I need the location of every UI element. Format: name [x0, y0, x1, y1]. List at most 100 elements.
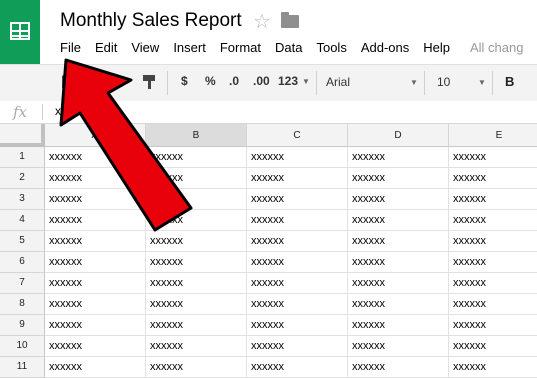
cell-b4[interactable]: xxxxxx	[146, 210, 247, 231]
cell-e11[interactable]: xxxxxx	[449, 357, 537, 378]
cell-c9[interactable]: xxxxxx	[247, 315, 348, 336]
percent-format-button[interactable]: %	[205, 74, 216, 88]
menu-data[interactable]: Data	[275, 40, 302, 55]
print-icon[interactable]	[62, 75, 76, 89]
row-header-3[interactable]: 3	[0, 189, 45, 210]
cell-b7[interactable]: xxxxxx	[146, 273, 247, 294]
cell-b2[interactable]: xxxxxx	[146, 168, 247, 189]
chevron-down-icon[interactable]: ▼	[478, 78, 486, 87]
cell-a8[interactable]: xxxxxx	[45, 294, 146, 315]
select-all-corner[interactable]	[0, 124, 45, 147]
row-header-8[interactable]: 8	[0, 294, 45, 315]
cell-a6[interactable]: xxxxxx	[45, 252, 146, 273]
cell-d11[interactable]: xxxxxx	[348, 357, 449, 378]
cell-e1[interactable]: xxxxxx	[449, 147, 537, 168]
cell-b9[interactable]: xxxxxx	[146, 315, 247, 336]
cell-d7[interactable]: xxxxxx	[348, 273, 449, 294]
document-title[interactable]: Monthly Sales Report	[60, 10, 242, 32]
cell-e7[interactable]: xxxxxx	[449, 273, 537, 294]
cell-e5[interactable]: xxxxxx	[449, 231, 537, 252]
folder-icon[interactable]	[281, 12, 299, 28]
font-family-dropdown[interactable]: Arial	[326, 75, 350, 89]
row-header-2[interactable]: 2	[0, 168, 45, 189]
cell-d3[interactable]: xxxxxx	[348, 189, 449, 210]
menu-view[interactable]: View	[131, 40, 159, 55]
currency-format-button[interactable]: $	[181, 74, 188, 88]
cell-c7[interactable]: xxxxxx	[247, 273, 348, 294]
menu-help[interactable]: Help	[423, 40, 450, 55]
formula-input[interactable]: xxxx	[55, 104, 79, 118]
cell-a10[interactable]: xxxxxx	[45, 336, 146, 357]
decrease-decimals-button[interactable]: .0	[229, 74, 239, 88]
cell-a4[interactable]: xxxxxx	[45, 210, 146, 231]
column-header-a[interactable]: A	[45, 124, 146, 147]
cell-c1[interactable]: xxxxxx	[247, 147, 348, 168]
cell-e2[interactable]: xxxxxx	[449, 168, 537, 189]
star-icon[interactable]: ☆	[253, 9, 271, 34]
number-format-dropdown[interactable]: 123 ▼	[278, 74, 310, 88]
row-header-10[interactable]: 10	[0, 336, 45, 357]
row-header-4[interactable]: 4	[0, 210, 45, 231]
font-size-dropdown[interactable]: 10	[437, 75, 450, 89]
cell-d10[interactable]: xxxxxx	[348, 336, 449, 357]
cell-a1[interactable]: xxxxxx	[45, 147, 146, 168]
cell-e3[interactable]: xxxxxx	[449, 189, 537, 210]
column-header-c[interactable]: C	[247, 124, 348, 147]
paint-format-icon[interactable]	[143, 75, 157, 89]
row-header-5[interactable]: 5	[0, 231, 45, 252]
chevron-down-icon[interactable]: ▼	[410, 78, 418, 87]
cell-b6[interactable]: xxxxxx	[146, 252, 247, 273]
increase-decimals-button[interactable]: .00	[253, 74, 270, 88]
cell-b3[interactable]: xxxxxx	[146, 189, 247, 210]
cell-c10[interactable]: xxxxxx	[247, 336, 348, 357]
column-header-e[interactable]: E	[449, 124, 537, 147]
cell-a5[interactable]: xxxxxx	[45, 231, 146, 252]
cell-d6[interactable]: xxxxxx	[348, 252, 449, 273]
row-header-7[interactable]: 7	[0, 273, 45, 294]
row-header-1[interactable]: 1	[0, 147, 45, 168]
cell-e6[interactable]: xxxxxx	[449, 252, 537, 273]
cell-e4[interactable]: xxxxxx	[449, 210, 537, 231]
cell-d9[interactable]: xxxxxx	[348, 315, 449, 336]
cell-a2[interactable]: xxxxxx	[45, 168, 146, 189]
column-header-b[interactable]: B	[146, 124, 247, 147]
menu-edit[interactable]: Edit	[95, 40, 117, 55]
cell-b8[interactable]: xxxxxx	[146, 294, 247, 315]
menu-addons[interactable]: Add-ons	[361, 40, 409, 55]
cell-c11[interactable]: xxxxxx	[247, 357, 348, 378]
sheets-logo-icon[interactable]	[0, 0, 40, 64]
bold-button[interactable]: B	[505, 74, 514, 89]
row-header-6[interactable]: 6	[0, 252, 45, 273]
cell-a3[interactable]: xxxxxx	[45, 189, 146, 210]
column-header-d[interactable]: D	[348, 124, 449, 147]
cell-a9[interactable]: xxxxxx	[45, 315, 146, 336]
cell-b10[interactable]: xxxxxx	[146, 336, 247, 357]
cell-c2[interactable]: xxxxxx	[247, 168, 348, 189]
cell-c8[interactable]: xxxxxx	[247, 294, 348, 315]
cell-c3[interactable]: xxxxxx	[247, 189, 348, 210]
undo-icon[interactable]	[92, 75, 106, 89]
menu-file[interactable]: File	[60, 40, 81, 55]
menu-insert[interactable]: Insert	[173, 40, 206, 55]
cell-c5[interactable]: xxxxxx	[247, 231, 348, 252]
cell-c4[interactable]: xxxxxx	[247, 210, 348, 231]
cell-d8[interactable]: xxxxxx	[348, 294, 449, 315]
cell-c6[interactable]: xxxxxx	[247, 252, 348, 273]
row-header-11[interactable]: 11	[0, 357, 45, 378]
toolbar: $ % .0 .00 123 ▼ Arial ▼ 10 ▼ B	[0, 64, 537, 102]
cell-d4[interactable]: xxxxxx	[348, 210, 449, 231]
cell-b11[interactable]: xxxxxx	[146, 357, 247, 378]
cell-d5[interactable]: xxxxxx	[348, 231, 449, 252]
cell-e10[interactable]: xxxxxx	[449, 336, 537, 357]
cell-e8[interactable]: xxxxxx	[449, 294, 537, 315]
cell-a7[interactable]: xxxxxx	[45, 273, 146, 294]
menu-tools[interactable]: Tools	[316, 40, 346, 55]
cell-b1[interactable]: xxxxxx	[146, 147, 247, 168]
cell-d2[interactable]: xxxxxx	[348, 168, 449, 189]
menu-format[interactable]: Format	[220, 40, 261, 55]
cell-b5[interactable]: xxxxxx	[146, 231, 247, 252]
row-header-9[interactable]: 9	[0, 315, 45, 336]
cell-e9[interactable]: xxxxxx	[449, 315, 537, 336]
cell-d1[interactable]: xxxxxx	[348, 147, 449, 168]
cell-a11[interactable]: xxxxxx	[45, 357, 146, 378]
